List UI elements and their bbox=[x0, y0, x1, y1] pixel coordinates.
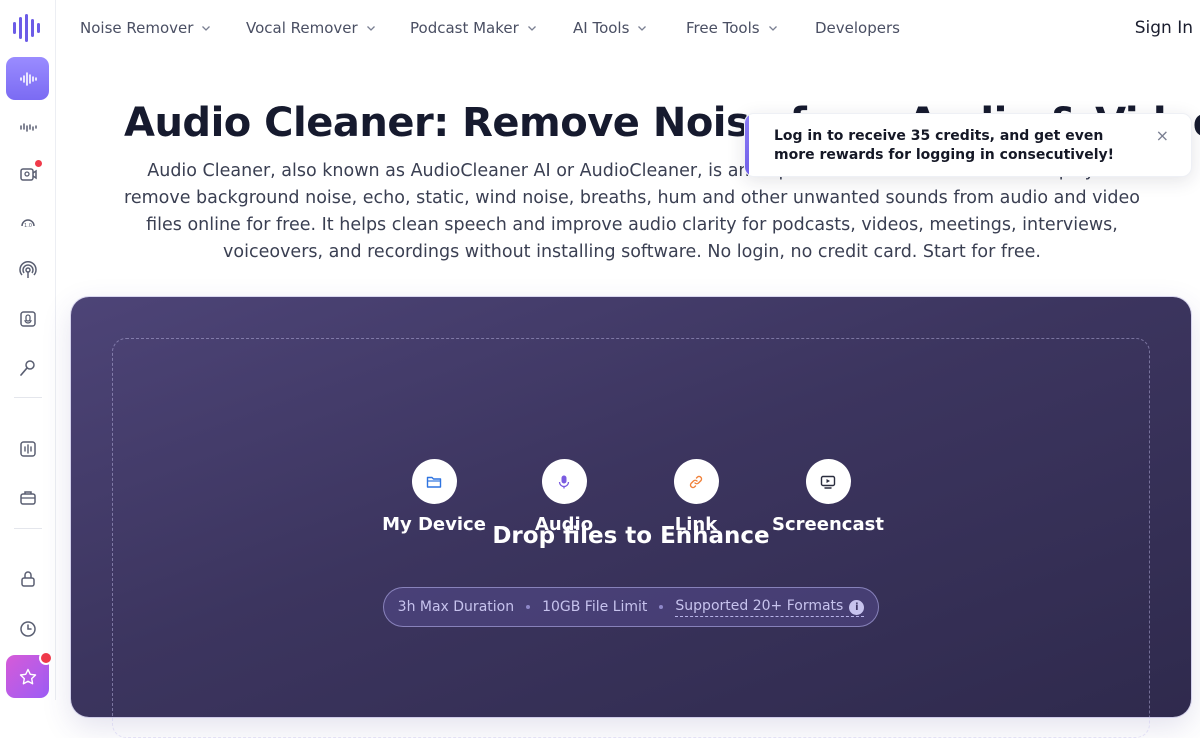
sidebar-item-toolbox[interactable] bbox=[6, 476, 49, 519]
chevron-down-icon bbox=[768, 26, 777, 31]
nav-vocal-remover[interactable]: Vocal Remover bbox=[246, 19, 376, 37]
notification-dot bbox=[34, 159, 43, 168]
folder-icon bbox=[426, 476, 442, 488]
close-icon[interactable]: × bbox=[1156, 126, 1169, 145]
audio-editor-icon bbox=[19, 440, 36, 457]
screen-icon bbox=[820, 475, 836, 489]
toast-message: Log in to receive 35 credits, and get ev… bbox=[774, 128, 1115, 163]
drop-files-title: Drop files to Enhance bbox=[492, 523, 770, 549]
sidebar-item-noise-remover[interactable] bbox=[6, 57, 49, 100]
nav-free-tools[interactable]: Free Tools bbox=[686, 19, 778, 37]
nav-podcast-maker[interactable]: Podcast Maker bbox=[410, 19, 537, 37]
sidebar-item-vocal-remover[interactable] bbox=[6, 105, 49, 148]
logo-icon[interactable] bbox=[12, 14, 44, 42]
sidebar: 1.0 bbox=[0, 0, 56, 700]
login-credits-toast: Log in to receive 35 credits, and get ev… bbox=[744, 113, 1192, 177]
mic-record-icon bbox=[19, 310, 36, 327]
max-duration: 3h Max Duration bbox=[397, 599, 515, 615]
toolbox-icon bbox=[19, 490, 36, 505]
sidebar-item-lock[interactable] bbox=[6, 557, 49, 600]
nav-noise-remover[interactable]: Noise Remover bbox=[80, 19, 211, 37]
sidebar-item-audio-editor[interactable] bbox=[6, 427, 49, 470]
chevron-down-icon bbox=[202, 26, 211, 31]
sidebar-item-podcast[interactable] bbox=[6, 249, 49, 292]
sidebar-item-speed[interactable]: 1.0 bbox=[6, 201, 49, 244]
supported-formats-link[interactable]: Supported 20+ Formats i bbox=[675, 598, 865, 617]
sidebar-divider bbox=[14, 397, 42, 398]
sidebar-item-recorder[interactable] bbox=[6, 297, 49, 340]
nav-ai-tools[interactable]: AI Tools bbox=[573, 19, 647, 37]
sidebar-item-video-recorder[interactable] bbox=[6, 152, 49, 195]
voice-changer-icon bbox=[19, 359, 35, 376]
waveform-icon bbox=[19, 71, 37, 86]
info-icon: i bbox=[849, 599, 865, 615]
sidebar-item-history[interactable] bbox=[6, 607, 49, 650]
sidebar-item-premium[interactable] bbox=[6, 651, 53, 698]
svg-text:1.0: 1.0 bbox=[24, 223, 32, 229]
top-nav: Noise Remover Vocal Remover Podcast Make… bbox=[56, 0, 1200, 60]
separator-dot bbox=[526, 605, 531, 609]
file-dropzone[interactable]: My Device Audio Link Screencast Drop fil… bbox=[112, 338, 1150, 738]
link-icon bbox=[689, 475, 703, 488]
chevron-down-icon bbox=[638, 26, 647, 31]
sidebar-divider bbox=[14, 528, 42, 529]
separator-dot bbox=[659, 605, 664, 609]
star-icon bbox=[19, 668, 36, 684]
history-icon bbox=[19, 620, 36, 637]
sign-in-link[interactable]: Sign In bbox=[1135, 18, 1193, 38]
chevron-down-icon bbox=[527, 26, 536, 31]
toast-accent-bar bbox=[745, 114, 749, 176]
speed-icon: 1.0 bbox=[20, 218, 35, 229]
lock-icon bbox=[20, 570, 35, 587]
file-limit: 10GB File Limit bbox=[542, 599, 648, 615]
notification-badge bbox=[39, 651, 53, 665]
upload-panel: My Device Audio Link Screencast Drop fil… bbox=[71, 297, 1191, 738]
podcast-icon bbox=[18, 260, 37, 278]
sidebar-item-voice-changer[interactable] bbox=[6, 346, 49, 389]
noise-bars-icon bbox=[19, 122, 37, 132]
upload-limits-pill: 3h Max Duration 10GB File Limit Supporte… bbox=[383, 587, 879, 627]
chevron-down-icon bbox=[366, 26, 375, 31]
microphone-icon bbox=[558, 475, 570, 488]
nav-developers[interactable]: Developers bbox=[815, 19, 900, 37]
